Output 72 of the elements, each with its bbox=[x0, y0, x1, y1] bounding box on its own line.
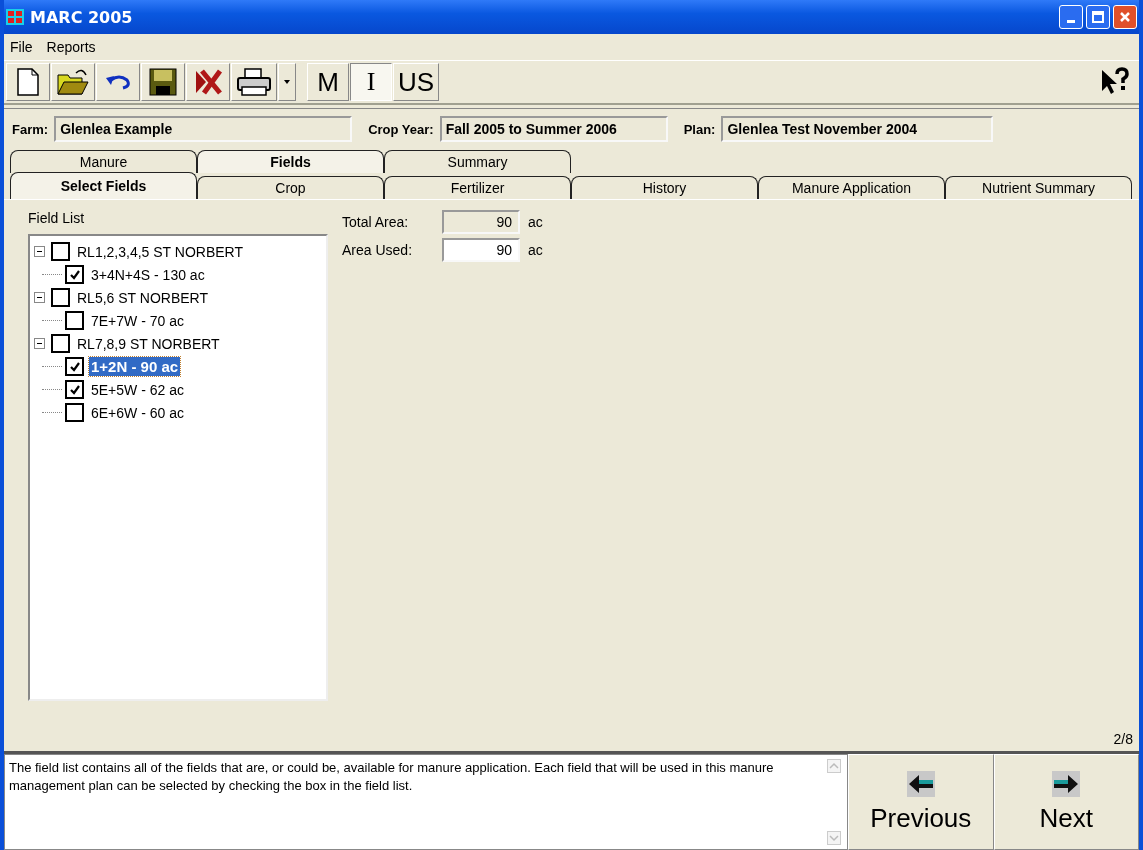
description-text: The field list contains all of the fields that are, or could be, available for manure application. Each field that will be used in this manure management plan can be selected by checking the box in the field list. bbox=[9, 759, 775, 795]
checkbox[interactable] bbox=[65, 311, 84, 330]
close-icon bbox=[1119, 11, 1131, 23]
unit-button[interactable]: US bbox=[393, 63, 440, 101]
tree-item[interactable]: 3+4N+4S - 130 ac bbox=[89, 265, 207, 284]
unit-button[interactable]: M bbox=[307, 63, 349, 101]
header-label: Farm: bbox=[12, 121, 49, 137]
printer-icon bbox=[236, 67, 272, 97]
checkbox[interactable] bbox=[65, 265, 84, 284]
header-value-field: Glenlea Test November 2004 bbox=[721, 116, 994, 142]
checkbox[interactable] bbox=[65, 380, 84, 399]
check-icon bbox=[68, 383, 81, 396]
unit-label: ac bbox=[528, 214, 543, 230]
unit-button[interactable]: I bbox=[350, 63, 392, 101]
tree-item[interactable]: RL1,2,3,4,5 ST NORBERT bbox=[75, 242, 245, 261]
close-button[interactable] bbox=[1113, 5, 1137, 29]
checkbox[interactable] bbox=[51, 242, 70, 261]
window-title: MARC 2005 bbox=[30, 7, 133, 27]
header-value-field: Glenlea Example bbox=[54, 116, 353, 142]
check-icon bbox=[68, 360, 81, 373]
undo-button[interactable] bbox=[96, 63, 140, 101]
tree-item[interactable]: 7E+7W - 70 ac bbox=[89, 311, 186, 330]
document-icon bbox=[15, 67, 41, 97]
tab[interactable]: Manure Application bbox=[758, 176, 945, 199]
tab[interactable]: Select Fields bbox=[10, 172, 197, 199]
folder-icon bbox=[56, 67, 90, 97]
field-list-label: Field List bbox=[28, 210, 86, 226]
menu-item[interactable]: File bbox=[10, 39, 33, 55]
help-pointer-icon bbox=[1099, 67, 1129, 97]
open-button[interactable] bbox=[51, 63, 95, 101]
unit-label: ac bbox=[528, 242, 543, 258]
tree-item[interactable]: RL5,6 ST NORBERT bbox=[75, 288, 210, 307]
checkbox[interactable] bbox=[65, 357, 84, 376]
minimize-icon bbox=[1067, 19, 1075, 23]
print-button[interactable] bbox=[231, 63, 277, 101]
tab[interactable]: Fertilizer bbox=[384, 176, 571, 199]
area-label: Total Area: bbox=[342, 214, 410, 230]
tab[interactable]: History bbox=[571, 176, 758, 199]
tree-item[interactable]: 1+2N - 90 ac bbox=[89, 357, 181, 376]
area-field[interactable]: 90 bbox=[442, 238, 520, 262]
tree-item[interactable]: RL7,8,9 ST NORBERT bbox=[75, 334, 222, 353]
save-button[interactable] bbox=[141, 63, 185, 101]
collapse-icon[interactable] bbox=[34, 292, 45, 303]
area-label: Area Used: bbox=[342, 242, 414, 258]
checkbox[interactable] bbox=[51, 334, 70, 353]
tab[interactable]: Fields bbox=[197, 150, 384, 173]
maximize-button[interactable] bbox=[1086, 5, 1110, 29]
previous-button[interactable]: Previous bbox=[848, 754, 994, 850]
header-label: Crop Year: bbox=[368, 121, 434, 137]
caret-icon bbox=[283, 79, 291, 85]
delete-button[interactable] bbox=[186, 63, 230, 101]
check-icon bbox=[68, 268, 81, 281]
tab[interactable]: Crop bbox=[197, 176, 384, 199]
checkbox[interactable] bbox=[51, 288, 70, 307]
area-field: 90 bbox=[442, 210, 520, 234]
next-button[interactable]: Next bbox=[993, 754, 1139, 850]
tab[interactable]: Nutrient Summary bbox=[945, 176, 1132, 199]
menu-item[interactable]: Reports bbox=[46, 39, 96, 55]
tree-item[interactable]: 6E+6W - 60 ac bbox=[89, 403, 186, 422]
maximize-icon bbox=[1092, 11, 1104, 23]
minimize-button[interactable] bbox=[1059, 5, 1083, 29]
collapse-icon[interactable] bbox=[34, 246, 45, 257]
new-button[interactable] bbox=[6, 63, 50, 101]
app-logo-icon bbox=[6, 9, 24, 25]
collapse-icon[interactable] bbox=[34, 338, 45, 349]
checkbox[interactable] bbox=[65, 403, 84, 422]
tree-item[interactable]: 5E+5W - 62 ac bbox=[89, 380, 186, 399]
page-indicator: 2/8 bbox=[1113, 731, 1133, 747]
header-value-field: Fall 2005 to Summer 2006 bbox=[439, 116, 668, 142]
tab[interactable]: Summary bbox=[384, 150, 571, 173]
tab[interactable]: Manure bbox=[10, 150, 197, 173]
header-label: Plan: bbox=[683, 121, 716, 137]
